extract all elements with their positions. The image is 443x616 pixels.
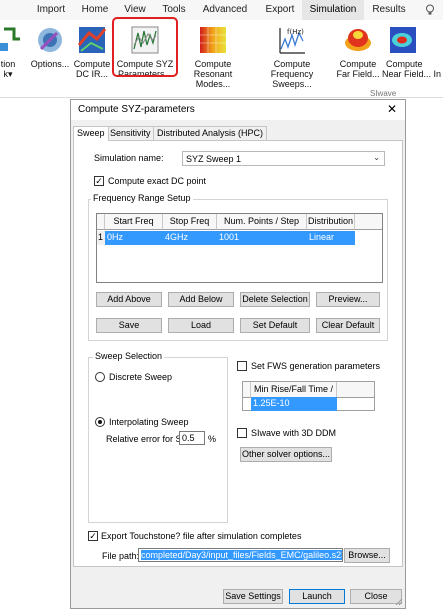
export-touchstone-label: Export Touchstone? file after simulation… xyxy=(101,531,302,541)
relative-error-unit: % xyxy=(208,434,217,444)
table-cell-start-freq[interactable]: 0Hz xyxy=(105,231,163,245)
grid-corner xyxy=(97,214,105,230)
browse-button[interactable]: Browse... xyxy=(344,548,390,563)
grid-header-stop[interactable]: Stop Freq xyxy=(163,214,217,230)
export-touchstone-checkbox[interactable]: ✓ xyxy=(88,531,98,541)
compute-syz-dialog: Compute SYZ-parameters ✕ Sweep Sensitivi… xyxy=(70,99,406,609)
tab-import[interactable]: Import xyxy=(28,0,74,20)
close-icon[interactable]: ✕ xyxy=(385,102,399,116)
ribbon-body: tion k▾ Options... Compute DC IR... Comp… xyxy=(0,20,443,98)
compute-far-field-button[interactable]: Compute Far Field... xyxy=(336,22,380,92)
syz-highlight-box xyxy=(112,17,178,77)
compute-resonant-modes-button[interactable]: Compute Resonant Modes... xyxy=(178,22,248,92)
frequency-range-title: Frequency Range Setup xyxy=(91,193,193,203)
min-rise-corner xyxy=(243,382,251,398)
grid-header-filler xyxy=(355,214,382,230)
min-rise-grid[interactable]: Min Rise/Fall Time / s 1.25E-10 xyxy=(242,381,375,411)
table-cell-distribution[interactable]: Linear xyxy=(307,231,355,245)
dc-ir-icon xyxy=(77,25,107,55)
min-rise-value[interactable]: 1.25E-10 xyxy=(251,397,337,411)
options-icon xyxy=(35,25,65,55)
file-path-label: File path: xyxy=(102,551,140,561)
siwave-3d-ddm-checkbox[interactable] xyxy=(237,428,247,438)
ribbon-group-label: SIwave xyxy=(370,89,397,98)
tab-home[interactable]: Home xyxy=(76,0,114,20)
partial-tool-icon xyxy=(0,25,24,55)
ribbon-tab-bar: Import Home View Tools Advanced Export S… xyxy=(0,0,443,20)
other-solver-options-button[interactable]: Other solver options... xyxy=(240,447,332,462)
tab-sensitivity[interactable]: Sensitivity xyxy=(106,126,155,140)
chevron-down-icon: ⌄ xyxy=(373,153,380,162)
tab-export[interactable]: Export xyxy=(258,0,302,20)
discrete-sweep-radio[interactable] xyxy=(95,372,105,382)
fws-checkbox[interactable] xyxy=(237,361,247,371)
options-button[interactable]: Options... xyxy=(30,22,70,92)
table-cell-num-points[interactable]: 1001 xyxy=(217,231,307,245)
compute-near-field-button[interactable]: Compute Near Field... In xyxy=(382,22,443,92)
save-button[interactable]: Save xyxy=(96,318,162,333)
add-below-button[interactable]: Add Below xyxy=(168,292,234,307)
sweep-tab-panel: Simulation name: SYZ Sweep 1 ⌄ ✓ Compute… xyxy=(73,140,403,567)
frequency-grid[interactable]: Start Freq Stop Freq Num. Points / Step … xyxy=(96,213,383,283)
min-rise-header: Min Rise/Fall Time / s xyxy=(251,382,337,409)
far-field-icon xyxy=(343,25,373,55)
add-above-button[interactable]: Add Above xyxy=(96,292,162,307)
simulation-name-label: Simulation name: xyxy=(94,153,164,163)
delete-selection-button[interactable]: Delete Selection xyxy=(240,292,310,307)
min-rise-header-filler xyxy=(337,382,374,398)
file-path-input[interactable]: completed/Day3/input_files/Fields_EMC/ga… xyxy=(138,548,343,562)
dialog-title: Compute SYZ-parameters xyxy=(78,104,195,115)
interpolating-sweep-radio[interactable] xyxy=(95,417,105,427)
resonant-modes-icon xyxy=(198,25,228,55)
clear-default-button[interactable]: Clear Default xyxy=(316,318,380,333)
compute-exact-dc-checkbox[interactable]: ✓ xyxy=(94,176,104,186)
relative-error-label: Relative error for S: xyxy=(106,434,185,444)
tab-distributed-analysis[interactable]: Distributed Analysis (HPC) xyxy=(153,126,268,140)
tab-results[interactable]: Results xyxy=(366,0,412,20)
load-button[interactable]: Load xyxy=(168,318,234,333)
frequency-sweep-icon: f(Hz) xyxy=(277,25,307,55)
interpolating-sweep-label: Interpolating Sweep xyxy=(109,417,189,427)
grid-header-start[interactable]: Start Freq xyxy=(105,214,163,230)
near-field-icon xyxy=(388,25,418,55)
table-row-index: 1 xyxy=(97,231,105,245)
grid-header-distribution[interactable]: Distribution xyxy=(307,214,355,230)
save-settings-button[interactable]: Save Settings xyxy=(223,589,283,604)
preview-button[interactable]: Preview... xyxy=(316,292,380,307)
simulation-name-select[interactable]: SYZ Sweep 1 ⌄ xyxy=(182,151,385,166)
grid-header-points[interactable]: Num. Points / Step Size xyxy=(217,214,307,241)
tab-simulation[interactable]: Simulation xyxy=(302,0,364,20)
fws-label: Set FWS generation parameters xyxy=(251,361,381,371)
discrete-sweep-label: Discrete Sweep xyxy=(109,372,173,382)
ribbon-partial-button[interactable]: tion k▾ xyxy=(0,22,22,92)
tab-sweep[interactable]: Sweep xyxy=(73,126,109,141)
relative-error-input[interactable]: 0.5 xyxy=(179,431,205,445)
sweep-selection-title: Sweep Selection xyxy=(93,351,165,361)
compute-dc-ir-button[interactable]: Compute DC IR... xyxy=(72,22,112,92)
siwave-3d-ddm-label: SIwave with 3D DDM xyxy=(251,428,337,438)
freq-icon-text: f(Hz) xyxy=(287,28,304,36)
lightbulb-icon[interactable] xyxy=(420,0,440,20)
compute-exact-dc-label: Compute exact DC point xyxy=(108,176,207,186)
launch-button[interactable]: Launch xyxy=(289,589,345,604)
tab-advanced[interactable]: Advanced xyxy=(196,0,254,20)
resize-grip-icon[interactable] xyxy=(395,598,403,606)
set-default-button[interactable]: Set Default xyxy=(240,318,310,333)
table-cell-stop-freq[interactable]: 4GHz xyxy=(163,231,217,245)
dialog-titlebar[interactable]: Compute SYZ-parameters ✕ xyxy=(71,100,405,120)
compute-frequency-sweeps-button[interactable]: f(Hz) Compute Frequency Sweeps... xyxy=(250,22,334,92)
